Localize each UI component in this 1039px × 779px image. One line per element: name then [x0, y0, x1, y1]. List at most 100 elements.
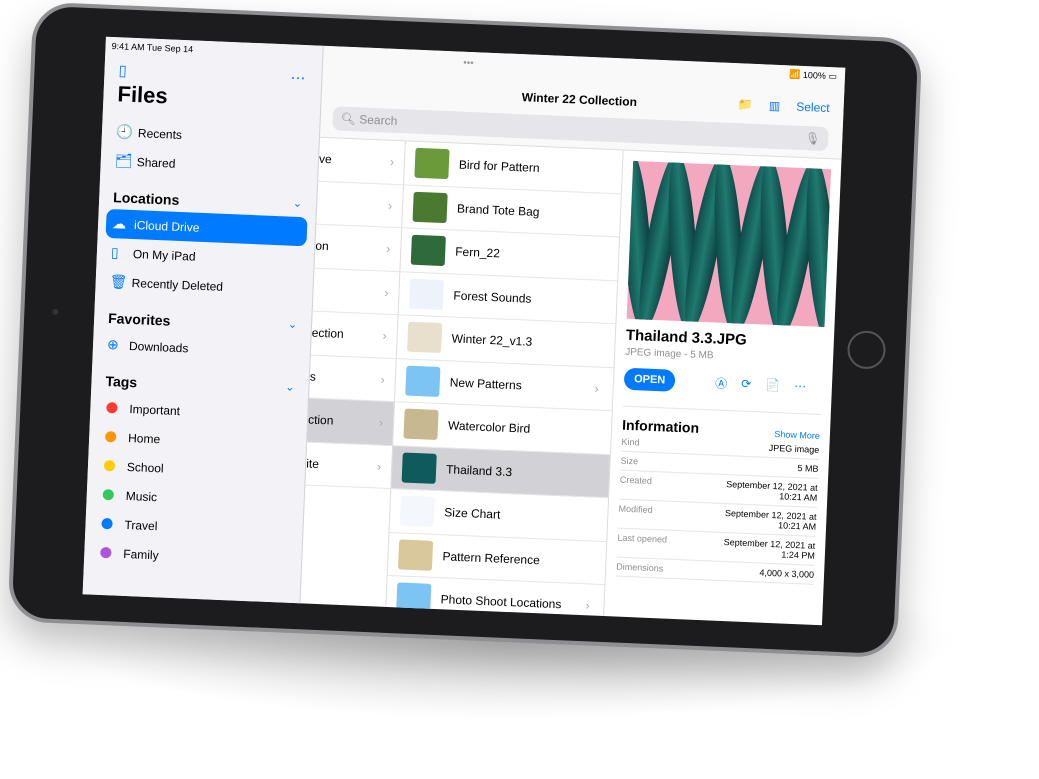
- info-value: September 12, 2021 at 1:24 PM: [723, 537, 816, 561]
- folder-row[interactable]: ›: [316, 181, 404, 229]
- tag-color-dot: [102, 488, 115, 501]
- info-title: Information: [621, 416, 700, 436]
- folder-row[interactable]: s ›: [308, 355, 396, 403]
- tag-color-dot: [106, 402, 118, 414]
- more-icon[interactable]: ⋯: [290, 68, 306, 87]
- folder-row[interactable]: ve ›: [318, 137, 405, 185]
- markup-icon[interactable]: Ⓐ: [715, 374, 728, 391]
- screen: 9:41 AM Tue Sep 14 📶 100% ▭ ▯ ⋯ Files 🕘 Rec…: [82, 36, 846, 626]
- show-more-link[interactable]: Show More: [774, 429, 820, 441]
- columns-view-icon[interactable]: ▥: [769, 99, 781, 113]
- label: Shared: [136, 154, 176, 171]
- ipad-icon: ▯: [110, 244, 119, 261]
- file-name: Pattern Reference: [442, 549, 541, 568]
- chevron-down-icon: ⌄: [292, 197, 303, 211]
- trash-icon: 🗑: [109, 273, 128, 290]
- leaf-pattern: [802, 160, 832, 328]
- tag-color-dot: [104, 431, 117, 443]
- file-name: Winter 22_v1.3: [451, 331, 533, 350]
- folder-name: s: [309, 369, 317, 384]
- file-name: Fern_22: [454, 244, 501, 261]
- chevron-right-icon: ›: [384, 285, 389, 300]
- label: Home: [127, 430, 161, 446]
- label: Favorites: [107, 310, 171, 329]
- file-name: Photo Shoot Locations: [440, 592, 562, 612]
- chevron-right-icon: ›: [382, 328, 387, 343]
- cloud-icon: ☁: [111, 215, 127, 232]
- file-list: Bird for Pattern Brand Tote Bag Fern_22 For…: [385, 141, 624, 626]
- page-title: Files: [117, 81, 169, 109]
- folder-row[interactable]: ection ›: [310, 311, 398, 359]
- folder-row[interactable]: ction ›: [307, 398, 394, 446]
- folder-title: Winter 22 Collection: [521, 90, 638, 109]
- chevron-right-icon: ›: [380, 372, 386, 387]
- battery-text: 100%: [802, 69, 827, 81]
- tag-color-dot: [103, 460, 116, 472]
- info-key: Dimensions: [616, 561, 664, 574]
- detail-pane: Thailand 3.3.JPG JPEG image - 5 MB OPEN Ⓐ…: [604, 150, 841, 625]
- info-key: Size: [620, 455, 639, 467]
- file-thumbnail: [412, 191, 448, 223]
- download-icon: ⊕: [106, 336, 120, 353]
- info-key: Created: [619, 474, 653, 486]
- file-thumbnail: [397, 539, 434, 571]
- folder-name: ve: [318, 151, 333, 167]
- file-thumbnail: [407, 321, 443, 354]
- tag-color-dot: [100, 546, 112, 559]
- camera: [52, 308, 59, 315]
- chevron-right-icon: ›: [386, 241, 391, 257]
- file-name: Bird for Pattern: [458, 157, 540, 176]
- label: On My iPad: [132, 246, 196, 264]
- home-button[interactable]: [846, 330, 887, 370]
- folder-name: ection: [311, 325, 345, 342]
- file-name: Forest Sounds: [453, 288, 532, 306]
- folder-row[interactable]: on ›: [314, 224, 402, 272]
- folder-row[interactable]: ›: [312, 268, 400, 316]
- file-name: Thailand 3.3: [445, 462, 513, 479]
- new-folder-icon[interactable]: 📁: [738, 97, 754, 112]
- chevron-right-icon: ›: [376, 459, 382, 474]
- label: Travel: [124, 517, 158, 533]
- folder-name: on: [315, 238, 330, 254]
- folder-row[interactable]: ite ›: [305, 441, 393, 490]
- info-key: Kind: [621, 436, 640, 448]
- file-name: Size Chart: [444, 505, 501, 522]
- file-thumbnail: [401, 452, 437, 484]
- rotate-icon[interactable]: ⟳: [741, 377, 752, 391]
- info-value: September 12, 2021 at 10:21 AM: [724, 508, 817, 532]
- microphone-icon[interactable]: 🎙︎: [805, 131, 821, 146]
- info-value: September 12, 2021 at 10:21 AM: [725, 479, 818, 503]
- chevron-down-icon: ⌄: [284, 381, 295, 394]
- label: Recents: [137, 125, 183, 142]
- clock-icon: 🕘: [115, 123, 134, 140]
- sidebar-toggle-icon[interactable]: ▯: [118, 61, 127, 79]
- chevron-right-icon: ›: [387, 198, 393, 213]
- label: Locations: [112, 189, 180, 208]
- label: iCloud Drive: [133, 217, 200, 235]
- folder-icon: [405, 365, 441, 397]
- info-value: JPEG image: [768, 442, 820, 455]
- chevron-right-icon: ›: [585, 598, 590, 613]
- info-key: Last opened: [617, 532, 668, 545]
- label: Tags: [105, 372, 138, 391]
- select-button[interactable]: Select: [796, 100, 830, 115]
- label: Music: [125, 488, 158, 504]
- search-placeholder: Search: [359, 112, 398, 128]
- info-key: Modified: [618, 503, 653, 516]
- chevron-down-icon: ⌄: [287, 318, 298, 331]
- open-button[interactable]: OPEN: [623, 367, 676, 392]
- sidebar: ▯ ⋯ Files 🕘 Recents 🗂 Shared Locations ⌄ ☁ iC…: [82, 36, 324, 604]
- folder-name: ite: [305, 456, 320, 471]
- label: Downloads: [128, 338, 189, 355]
- folder-icon: [396, 582, 432, 615]
- label: Recently Deleted: [131, 275, 224, 294]
- chevron-right-icon: ›: [389, 154, 395, 170]
- file-row[interactable]: Photo Shoot Locations ›: [385, 575, 605, 626]
- shared-folder-icon: 🗂: [114, 152, 133, 169]
- pdf-icon[interactable]: 📄: [765, 378, 781, 393]
- label: Family: [123, 546, 159, 562]
- file-thumbnail: [410, 234, 446, 267]
- label: School: [126, 459, 164, 475]
- more-icon[interactable]: ⋯: [794, 379, 807, 393]
- info-value: 5 MB: [797, 463, 819, 474]
